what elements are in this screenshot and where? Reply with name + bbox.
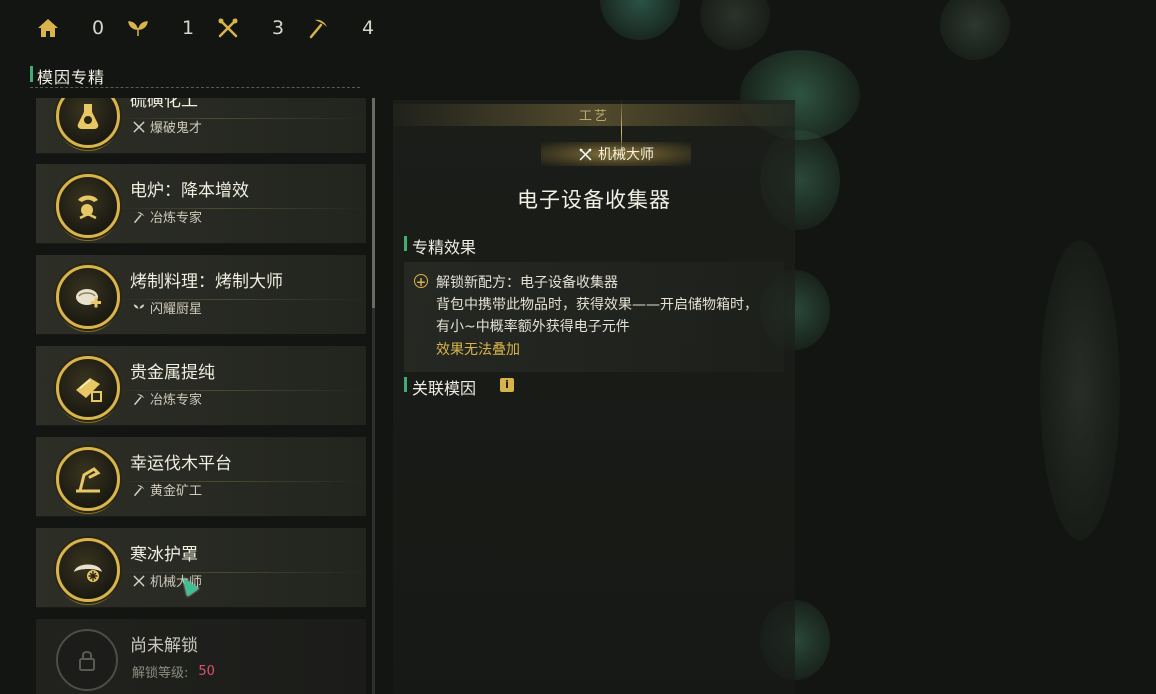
gold-bar-icon	[56, 356, 120, 420]
crossed-tools-icon	[214, 14, 242, 42]
card-title: 电炉：降本增效	[130, 181, 249, 201]
section-title: 模因专精	[37, 68, 106, 87]
ice-shield-icon	[56, 538, 120, 602]
list-scrollbar[interactable]	[372, 98, 375, 694]
meme-card[interactable]: 寒冰护罩 机械大师	[36, 528, 366, 608]
roast-icon	[56, 265, 120, 329]
card-title: 烤制料理：烤制大师	[130, 272, 283, 292]
card-title: 寒冰护罩	[130, 545, 198, 565]
plus-circle-icon: +	[414, 274, 428, 289]
locked-card[interactable]: 尚未解锁 解锁等级: 50	[36, 619, 366, 694]
card-subtitle-text: 黄金矿工	[150, 484, 203, 499]
resource-tools: 3	[214, 14, 286, 42]
section-accent-bar	[30, 66, 33, 82]
locked-title: 尚未解锁	[130, 636, 198, 656]
meme-card[interactable]: 烤制料理：烤制大师 闪耀厨星	[36, 255, 366, 335]
mastery-badge: 机械大师	[541, 142, 691, 166]
section-accent-bar	[404, 377, 407, 392]
resource-bar: 0 1 3 4	[34, 12, 394, 44]
section-header: 模因专精	[30, 64, 360, 88]
meme-card[interactable]: 贵金属提纯 冶炼专家	[36, 346, 366, 426]
effect-line: 背包中携带此物品时，获得效果——开启储物箱时，	[436, 297, 758, 313]
resource-leaf: 1	[124, 14, 196, 42]
flask-icon	[56, 98, 120, 148]
resource-count: 0	[92, 17, 105, 39]
mastery-badge-label: 机械大师	[598, 147, 654, 163]
card-subtitle-text: 闪耀厨星	[150, 302, 203, 317]
leaf-icon	[133, 304, 145, 309]
unlock-level-value: 50	[198, 664, 215, 679]
crossed-tools-icon	[133, 575, 145, 586]
effect-box: + 解锁新配方：电子设备收集器 背包中携带此物品时，获得效果——开启储物箱时， …	[404, 262, 784, 372]
unlock-level-label: 解锁等级:	[132, 666, 189, 681]
card-subtitle-text: 冶炼专家	[150, 211, 203, 226]
meme-card[interactable]: 幸运伐木平台 黄金矿工	[36, 437, 366, 517]
card-subtitle-text: 爆破鬼才	[150, 121, 203, 136]
pickaxe-icon	[134, 393, 145, 405]
unlock-level: 解锁等级: 50	[132, 662, 215, 681]
card-subtitle-text: 冶炼专家	[150, 393, 203, 408]
category-label: 工艺	[578, 109, 609, 124]
card-subtitle: 闪耀厨星	[132, 298, 202, 317]
pickaxe-icon	[304, 14, 332, 42]
pickaxe-icon	[134, 484, 145, 496]
card-title: 贵金属提纯	[130, 363, 215, 383]
pickaxe-icon	[134, 211, 145, 223]
card-title: 幸运伐木平台	[130, 454, 232, 474]
card-title: 硫磺化工	[130, 98, 198, 111]
resource-pickaxe: 4	[304, 14, 376, 42]
leaf-icon	[124, 14, 152, 42]
related-header-label: 关联模因	[412, 379, 477, 398]
meme-list[interactable]: 硫磺化工 爆破鬼才 电炉：降本增效 冶炼专家 烤制料理：烤制大师 闪耀厨星 贵金…	[36, 98, 366, 694]
effect-line: 解锁新配方：电子设备收集器	[436, 275, 618, 291]
card-subtitle: 冶炼专家	[132, 389, 202, 408]
effect-line: 有小~中概率额外获得电子元件	[436, 319, 630, 335]
resource-count: 4	[362, 17, 375, 39]
furnace-icon	[56, 174, 120, 238]
meme-card[interactable]: 电炉：降本增效 冶炼专家	[36, 164, 366, 244]
scrollbar-thumb[interactable]	[372, 98, 375, 308]
card-subtitle: 冶炼专家	[132, 207, 202, 226]
lock-icon	[56, 629, 118, 691]
resource-count: 3	[272, 17, 285, 39]
crossed-tools-icon	[579, 148, 592, 160]
lumber-platform-icon	[56, 447, 120, 511]
section-divider	[30, 87, 360, 88]
resource-count: 1	[182, 17, 195, 39]
detail-panel: 工艺 机械大师 电子设备收集器 专精效果 + 解锁新配方：电子设备收集器 背包中…	[393, 100, 795, 694]
effect-note: 效果无法叠加	[436, 342, 520, 358]
home-icon	[34, 14, 62, 42]
crossed-tools-icon	[133, 121, 145, 132]
card-subtitle: 黄金矿工	[132, 480, 202, 499]
item-title: 电子设备收集器	[517, 188, 671, 212]
resource-home: 0	[34, 14, 106, 42]
section-accent-bar	[404, 236, 407, 251]
card-subtitle: 爆破鬼才	[132, 117, 202, 136]
effect-header-label: 专精效果	[412, 238, 477, 257]
meme-card[interactable]: 硫磺化工 爆破鬼才	[36, 98, 366, 154]
info-icon[interactable]: i	[500, 378, 514, 392]
